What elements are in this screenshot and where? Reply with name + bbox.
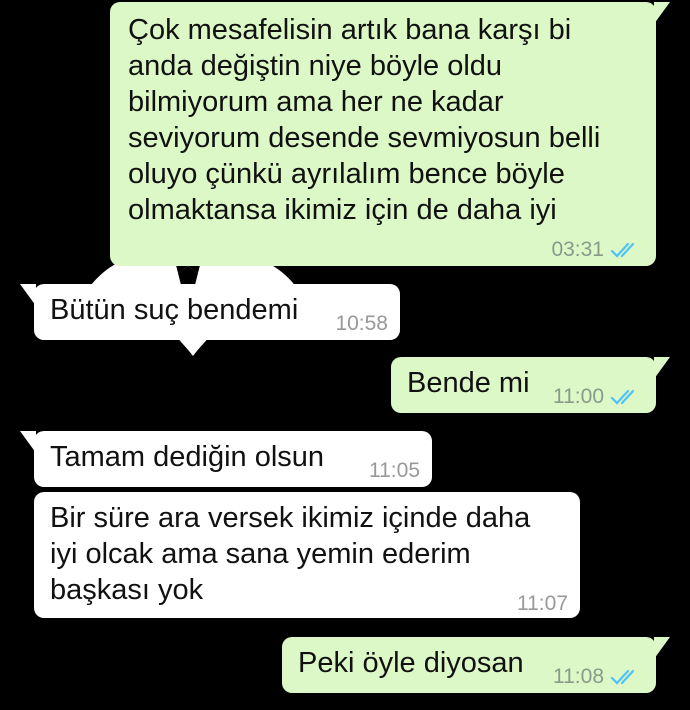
message-outgoing[interactable]: Bende mi 11:00 — [391, 357, 670, 415]
message-meta: 11:08 — [553, 659, 640, 695]
message-time: 11:07 — [517, 592, 568, 615]
message-time: 11:08 — [553, 665, 604, 688]
bubble-tail — [20, 284, 36, 306]
message-text: Peki öyle diyosan — [298, 647, 524, 679]
double-check-icon — [610, 242, 635, 258]
message-time: 11:05 — [369, 459, 420, 482]
message-meta: 03:31 — [551, 232, 640, 268]
message-meta: 11:07 — [517, 586, 568, 622]
bubble-tail — [20, 431, 36, 453]
message-time: 11:00 — [553, 385, 604, 408]
bubble-tail — [654, 357, 670, 379]
bubble-tail — [654, 2, 670, 24]
double-check-icon — [610, 389, 635, 405]
message-time: 03:31 — [551, 238, 604, 261]
message-meta: 11:05 — [369, 453, 420, 489]
message-time: 10:58 — [335, 312, 388, 335]
message-meta: 10:58 — [335, 306, 388, 342]
bubble-tail — [654, 637, 670, 659]
message-text: Bir süre ara versek ikimiz içinde daha i… — [50, 502, 531, 606]
message-incoming[interactable]: Tamam dediğin olsun 11:05 — [20, 431, 432, 489]
message-text: Çok mesafelisin artık bana karşı bi anda… — [128, 14, 601, 226]
message-incoming[interactable]: Bütün suç bendemi 10:58 — [20, 284, 400, 342]
message-incoming[interactable]: Bir süre ara versek ikimiz içinde daha i… — [34, 492, 580, 618]
message-text: Bütün suç bendemi — [50, 294, 299, 326]
message-text: Tamam dediğin olsun — [50, 441, 325, 473]
message-text: Bende mi — [407, 367, 530, 399]
message-outgoing[interactable]: Peki öyle diyosan 11:08 — [282, 637, 670, 695]
message-meta: 11:00 — [553, 379, 640, 415]
double-check-icon — [610, 669, 635, 685]
message-outgoing[interactable]: Çok mesafelisin artık bana karşı bi anda… — [110, 2, 670, 268]
